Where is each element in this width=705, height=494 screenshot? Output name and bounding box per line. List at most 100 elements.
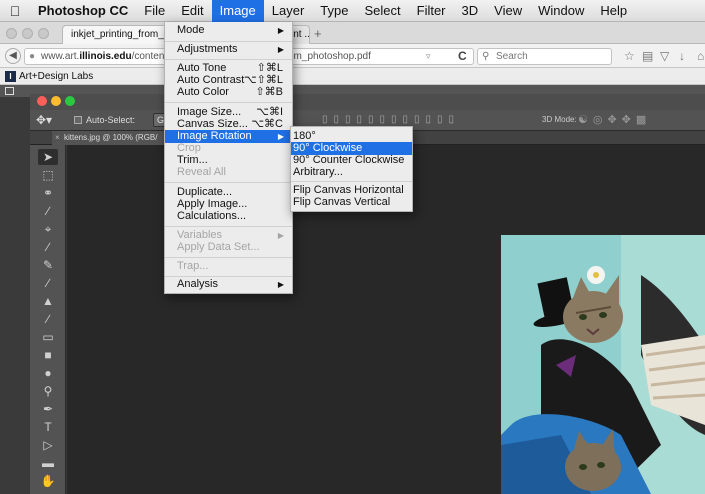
menu-item-label: Crop: [177, 142, 201, 154]
menu-item-label: Apply Data Set...: [177, 241, 260, 253]
quick-select-tool-icon[interactable]: ∕: [38, 203, 58, 219]
menu-separator: [165, 276, 292, 277]
eraser-tool-icon[interactable]: ▭: [38, 329, 58, 345]
menu-help[interactable]: Help: [592, 0, 635, 22]
bookmarks-bar: I Art+Design Labs: [0, 68, 705, 85]
ps-minimize-button[interactable]: [51, 96, 61, 106]
new-tab-button[interactable]: +: [314, 26, 322, 41]
auto-select-checkbox[interactable]: [74, 116, 82, 124]
menu-item-mode[interactable]: Mode ▶: [165, 24, 292, 37]
submenu-arrow-icon: ▶: [277, 280, 284, 289]
browser-tab-title: int ... ×: [291, 29, 310, 40]
brush-tool-icon[interactable]: ∕: [38, 275, 58, 291]
submenu-item-flip-vertical[interactable]: Flip Canvas Vertical: [291, 196, 412, 209]
reading-list-icon[interactable]: ▤: [642, 49, 653, 63]
download-icon[interactable]: ↓: [679, 49, 685, 63]
menu-item-label: Reveal All: [177, 166, 226, 178]
ps-zoom-button[interactable]: [65, 96, 75, 106]
bookmark-art-design-labs[interactable]: Art+Design Labs: [19, 68, 93, 85]
star-icon[interactable]: ☆: [624, 49, 635, 63]
menu-window[interactable]: Window: [530, 0, 592, 22]
browser-tab-title: inkjet_printing_from_photosho: [71, 29, 167, 40]
tools-panel: ➤ ⬚ ⚭ ∕ ⌖ ∕ ✎ ∕ ▲ ∕ ▭ ■ ● ⚲ ✒ T ▷ ▬ ✋: [30, 145, 66, 494]
menu-bar:  Photoshop CC File Edit Image Layer Typ…: [0, 0, 705, 22]
menu-item-analysis[interactable]: Analysis ▶: [165, 278, 292, 291]
submenu-item-label: Flip Canvas Vertical: [293, 196, 391, 208]
menu-item-reveal-all: Reveal All: [165, 166, 292, 179]
menu-item-adjustments[interactable]: Adjustments ▶: [165, 43, 292, 56]
menu-separator: [165, 182, 292, 183]
align-buttons-icon[interactable]: ▯▯▯▯▯▯▯▯▯▯▯▯: [322, 114, 460, 125]
document-tab-title: kittens.jpg @ 100% (RGB/: [64, 133, 158, 142]
menu-layer[interactable]: Layer: [264, 0, 313, 22]
pocket-icon[interactable]: ▽: [660, 49, 669, 63]
menu-edit[interactable]: Edit: [173, 0, 211, 22]
menu-photoshop[interactable]: Photoshop CC: [30, 0, 136, 22]
reload-icon[interactable]: C: [458, 49, 467, 63]
window-close-button[interactable]: [6, 28, 17, 39]
browser-tab-active[interactable]: inkjet_printing_from_photosho: [62, 25, 168, 44]
menu-item-auto-color[interactable]: Auto Color ⇧⌘B: [165, 86, 292, 99]
history-brush-tool-icon[interactable]: ∕: [38, 311, 58, 327]
marquee-tool-icon[interactable]: ⬚: [38, 167, 58, 183]
blur-tool-icon[interactable]: ●: [38, 365, 58, 381]
menu-separator: [165, 102, 292, 103]
menu-filter[interactable]: Filter: [409, 0, 454, 22]
3d-mode-icons[interactable]: ☯◎✥✥▩: [578, 113, 651, 126]
menu-type[interactable]: Type: [312, 0, 356, 22]
auto-select-label: Auto-Select:: [86, 115, 136, 125]
menu-item-label: Variables: [177, 229, 223, 241]
menu-image[interactable]: Image: [211, 0, 264, 22]
menu-file[interactable]: File: [136, 0, 173, 22]
submenu-item-label: 180°: [293, 130, 316, 142]
menu-item-label: Trim...: [177, 154, 208, 166]
submenu-arrow-icon: ▶: [277, 45, 284, 54]
path-select-tool-icon[interactable]: ▷: [38, 437, 58, 453]
hand-tool-icon[interactable]: ✋: [38, 473, 58, 489]
workspace-icon[interactable]: [5, 87, 14, 95]
dodge-tool-icon[interactable]: ⚲: [38, 383, 58, 399]
kittens-photo[interactable]: [501, 235, 705, 494]
search-field[interactable]: ⚲ Search: [477, 48, 612, 65]
menu-separator: [165, 41, 292, 42]
type-tool-icon[interactable]: T: [38, 419, 58, 435]
menu-item-label: Adjustments: [177, 43, 238, 55]
ps-close-button[interactable]: [37, 96, 47, 106]
crop-tool-icon[interactable]: ⌖: [38, 221, 58, 237]
menu-select[interactable]: Select: [356, 0, 408, 22]
rectangle-tool-icon[interactable]: ▬: [38, 455, 58, 471]
lasso-tool-icon[interactable]: ⚭: [38, 185, 58, 201]
url-dropdown-icon[interactable]: ▿: [426, 48, 431, 65]
submenu-item-label: Arbitrary...: [293, 166, 343, 178]
apple-icon[interactable]: : [0, 3, 30, 19]
browser-toolbar: ◀ ● www.art.illinois.edu/content/resou o…: [0, 44, 705, 68]
back-arrow-icon[interactable]: ◀: [5, 48, 21, 64]
pen-tool-icon[interactable]: ✒: [38, 401, 58, 417]
image-rotation-submenu: 180° 90° Clockwise 90° Counter Clockwise…: [290, 126, 413, 212]
healing-brush-tool-icon[interactable]: ✎: [38, 257, 58, 273]
menu-view[interactable]: View: [486, 0, 530, 22]
window-zoom-button[interactable]: [38, 28, 49, 39]
menu-3d[interactable]: 3D: [454, 0, 487, 22]
image-menu-dropdown: Mode ▶ Adjustments ▶ Auto Tone ⇧⌘L Auto Con…: [164, 22, 293, 294]
gradient-tool-icon[interactable]: ■: [38, 347, 58, 363]
menu-separator: [165, 226, 292, 227]
move-tool-icon[interactable]: ➤: [38, 149, 58, 165]
url-tail: om_photoshop.pdf: [288, 51, 371, 62]
menu-item-apply-data-set: Apply Data Set...: [165, 241, 292, 254]
clone-stamp-tool-icon[interactable]: ▲: [38, 293, 58, 309]
close-icon[interactable]: ×: [55, 131, 60, 145]
menu-item-calculations[interactable]: Calculations...: [165, 210, 292, 223]
submenu-item-arbitrary[interactable]: Arbitrary...: [291, 166, 412, 179]
submenu-item-label: 90° Counter Clockwise: [293, 154, 405, 166]
eyedropper-tool-icon[interactable]: ∕: [38, 239, 58, 255]
move-tool-icon[interactable]: ✥▾: [36, 113, 52, 127]
menu-item-label: Image Size...: [177, 106, 242, 118]
window-minimize-button[interactable]: [22, 28, 33, 39]
menu-separator: [165, 59, 292, 60]
home-icon[interactable]: ⌂: [697, 49, 704, 63]
menu-item-label: Duplicate...: [177, 186, 233, 198]
menu-item-label: Canvas Size...: [177, 118, 248, 130]
document-tab[interactable]: × kittens.jpg @ 100% (RGB/: [52, 131, 164, 145]
menu-item-label: Calculations...: [177, 210, 247, 222]
